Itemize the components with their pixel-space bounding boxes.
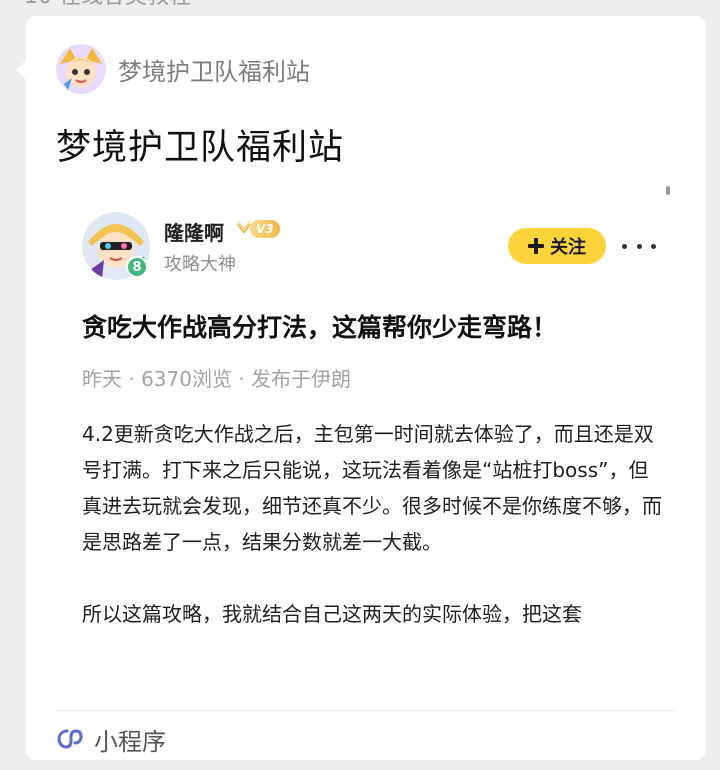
more-dot bbox=[622, 243, 627, 249]
post-paragraph: 所以这篇攻略，我就结合自己这两天的实际体验，把这套 bbox=[82, 602, 582, 626]
plus-icon bbox=[528, 238, 544, 254]
scroll-indicator bbox=[666, 186, 670, 195]
shared-card[interactable]: 梦境护卫队福利站 梦境护卫队福利站 8 隆隆啊 V3 攻略大神 关注 贪吃大作战… bbox=[16, 16, 706, 760]
source-row[interactable]: 梦境护卫队福利站 bbox=[56, 44, 310, 94]
follow-button[interactable]: 关注 bbox=[508, 228, 606, 264]
post-meta: 昨天 · 6370浏览 · 发布于伊朗 bbox=[82, 367, 352, 391]
author-subtitle: 攻略大神 bbox=[164, 254, 236, 275]
author-row: 8 隆隆啊 V3 攻略大神 关注 bbox=[82, 212, 682, 282]
post-paragraph: 4.2更新贪吃大作战之后，主包第一时间就去体验了，而且还是双号打满。打下来之后只… bbox=[82, 422, 662, 554]
author-name[interactable]: 隆隆啊 bbox=[164, 217, 224, 246]
card-title: 梦境护卫队福利站 bbox=[56, 128, 345, 168]
source-avatar-icon bbox=[56, 44, 106, 94]
source-name: 梦境护卫队福利站 bbox=[118, 57, 310, 86]
post-body: 4.2更新贪吃大作战之后，主包第一时间就去体验了，而且还是双号打满。打下来之后只… bbox=[82, 416, 662, 632]
mini-program-icon bbox=[57, 729, 83, 749]
mini-program-link[interactable]: 小程序 bbox=[56, 720, 166, 758]
follow-label: 关注 bbox=[550, 237, 586, 258]
mini-program-label: 小程序 bbox=[94, 727, 166, 756]
more-options-icon[interactable] bbox=[622, 234, 656, 258]
more-dot bbox=[636, 243, 642, 249]
more-dot bbox=[651, 243, 656, 249]
card-pointer bbox=[16, 60, 26, 80]
level-label: V3 bbox=[250, 220, 280, 238]
header-partial-text: 10 在线各类教程 bbox=[24, 0, 191, 10]
avatar-badge: 8 bbox=[126, 256, 148, 278]
divider bbox=[56, 710, 676, 711]
level-badge: V3 bbox=[234, 219, 280, 239]
post-title: 贪吃大作战高分打法，这篇帮你少走弯路！ bbox=[82, 313, 558, 342]
